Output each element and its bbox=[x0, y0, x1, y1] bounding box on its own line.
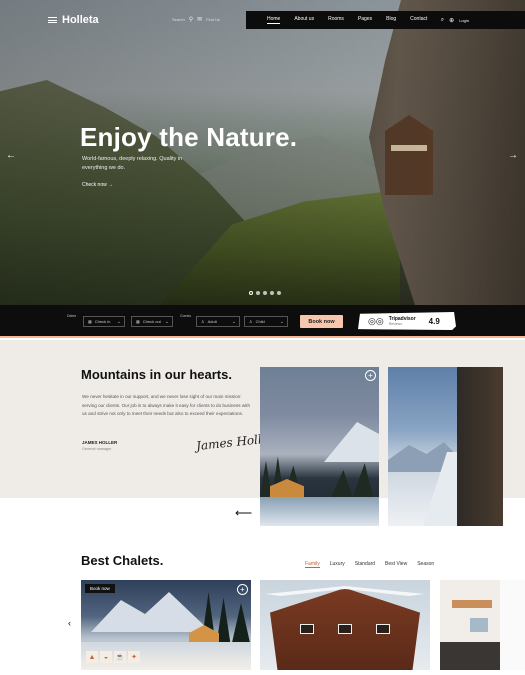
ski-icon: ✦ bbox=[128, 651, 140, 663]
chevron-left-icon[interactable]: ‹ bbox=[68, 618, 71, 628]
nav-blog[interactable]: Blog bbox=[386, 16, 396, 24]
menu-icon[interactable] bbox=[48, 17, 57, 23]
nav-home[interactable]: Home bbox=[267, 16, 281, 24]
mountain-icon: ▲ bbox=[86, 651, 98, 663]
filter-family[interactable]: Family bbox=[305, 561, 320, 568]
slider-dots bbox=[249, 291, 281, 295]
card-window bbox=[338, 624, 352, 634]
search-icon[interactable]: ⌕ bbox=[441, 17, 444, 24]
about-image-balcony bbox=[388, 367, 503, 526]
arrow-left-icon[interactable]: ← bbox=[6, 150, 16, 161]
chevron-down-icon: ⌄ bbox=[116, 319, 121, 325]
book-now-button[interactable]: Book now bbox=[300, 315, 343, 328]
plus-icon[interactable]: + bbox=[365, 370, 376, 381]
image-ground bbox=[260, 497, 379, 526]
amenities: ▲ ◒ ☕ ✦ bbox=[86, 651, 140, 663]
card-bunk bbox=[452, 600, 492, 608]
signer-role: General manager bbox=[82, 447, 112, 451]
pin-icon: ⚲ bbox=[188, 17, 194, 23]
about-image-cabin bbox=[260, 367, 379, 526]
brand-name: Holleta bbox=[62, 14, 99, 26]
check-out-field[interactable]: ▦ Check out ⌄ bbox=[131, 316, 173, 327]
filter-luxury[interactable]: Luxury bbox=[330, 561, 345, 568]
hero-title: Enjoy the Nature. bbox=[80, 122, 298, 152]
card-window bbox=[300, 624, 314, 634]
hero-subtitle: World-famous, deeply relaxing. Quality i… bbox=[82, 156, 183, 171]
filter-best-view[interactable]: Best View bbox=[385, 561, 407, 568]
chevron-down-icon: ⌄ bbox=[279, 319, 284, 325]
calendar-icon: ▦ bbox=[136, 319, 140, 324]
top-info-item-1[interactable]: Search bbox=[172, 17, 185, 22]
slider-dot[interactable] bbox=[249, 291, 253, 295]
user-icon[interactable]: ⊕ bbox=[449, 17, 454, 24]
card-window bbox=[376, 624, 390, 634]
check-in-value: Check in bbox=[94, 319, 111, 324]
chalet-filters: Family Luxury Standard Best View Season bbox=[305, 561, 434, 568]
hero-cta-link[interactable]: Check now → bbox=[82, 182, 113, 188]
tripadvisor-rating: 4.9 bbox=[428, 316, 440, 326]
slider-dot[interactable] bbox=[263, 291, 267, 295]
card-wall bbox=[500, 580, 525, 670]
nav-pages[interactable]: Pages bbox=[358, 16, 372, 24]
child-value: Child bbox=[255, 319, 265, 324]
nav-about[interactable]: About us bbox=[294, 16, 314, 24]
arrow-right-icon[interactable]: → bbox=[508, 150, 518, 161]
calendar-icon: ▦ bbox=[88, 319, 92, 324]
user-icon: ♙ bbox=[201, 319, 205, 324]
chalet-card-2[interactable] bbox=[260, 580, 430, 670]
nav-rooms[interactable]: Rooms bbox=[328, 16, 344, 24]
child-select[interactable]: ♙ Child ⌄ bbox=[244, 316, 288, 327]
child-icon: ♙ bbox=[249, 319, 253, 324]
image-wall bbox=[457, 367, 503, 526]
guests-label: Guests bbox=[180, 314, 192, 318]
card-peak bbox=[91, 592, 211, 632]
top-info: Search ⚲ ✉ Find Us bbox=[172, 16, 220, 23]
arrow-left-icon[interactable]: ⟵ bbox=[235, 506, 252, 520]
filter-standard[interactable]: Standard bbox=[355, 561, 375, 568]
tripadvisor-badge[interactable]: ◎◎ Tripadvisor Reviews 4.9 bbox=[358, 312, 456, 330]
tripadvisor-name: Tripadvisor bbox=[388, 315, 416, 322]
check-out-value: Check out bbox=[142, 319, 161, 324]
main-nav: Home About us Rooms Pages Blog Contact ⌕… bbox=[246, 11, 525, 29]
slider-dot[interactable] bbox=[256, 291, 260, 295]
about-title: Mountains in our hearts. bbox=[81, 367, 232, 382]
chalets-title: Best Chalets. bbox=[81, 553, 164, 568]
top-info-item-2[interactable]: Find Us bbox=[206, 17, 220, 22]
card-bed bbox=[440, 642, 500, 670]
slider-dot[interactable] bbox=[277, 291, 281, 295]
image-peak bbox=[324, 422, 379, 462]
login-link[interactable]: Login bbox=[459, 18, 469, 23]
book-now-tag[interactable]: Book now bbox=[85, 584, 115, 593]
chevron-down-icon: ⌄ bbox=[164, 319, 169, 325]
coffee-icon: ☕ bbox=[114, 651, 126, 663]
plus-icon[interactable]: + bbox=[237, 584, 248, 595]
filter-season[interactable]: Season bbox=[417, 561, 434, 568]
adult-select[interactable]: ♙ Adult ⌄ bbox=[196, 316, 240, 327]
card-window bbox=[470, 618, 488, 632]
signer-name: JAMES HOLLER bbox=[82, 440, 118, 445]
dates-label: Dates bbox=[67, 314, 77, 318]
chalet-card-3[interactable] bbox=[440, 580, 525, 670]
owl-icon: ◎◎ bbox=[368, 315, 384, 326]
nav-contact[interactable]: Contact bbox=[410, 16, 427, 24]
about-text: We never hesitate in our support, and we… bbox=[82, 394, 250, 417]
food-icon: ◒ bbox=[100, 651, 112, 663]
chevron-down-icon: ⌄ bbox=[231, 319, 236, 325]
tripadvisor-sub: Reviews bbox=[388, 321, 402, 326]
check-in-field[interactable]: ▦ Check in ⌄ bbox=[83, 316, 125, 327]
slider-dot[interactable] bbox=[270, 291, 274, 295]
adult-value: Adult bbox=[207, 319, 217, 324]
mail-icon: ✉ bbox=[197, 17, 203, 23]
logo[interactable]: Holleta bbox=[48, 14, 99, 26]
